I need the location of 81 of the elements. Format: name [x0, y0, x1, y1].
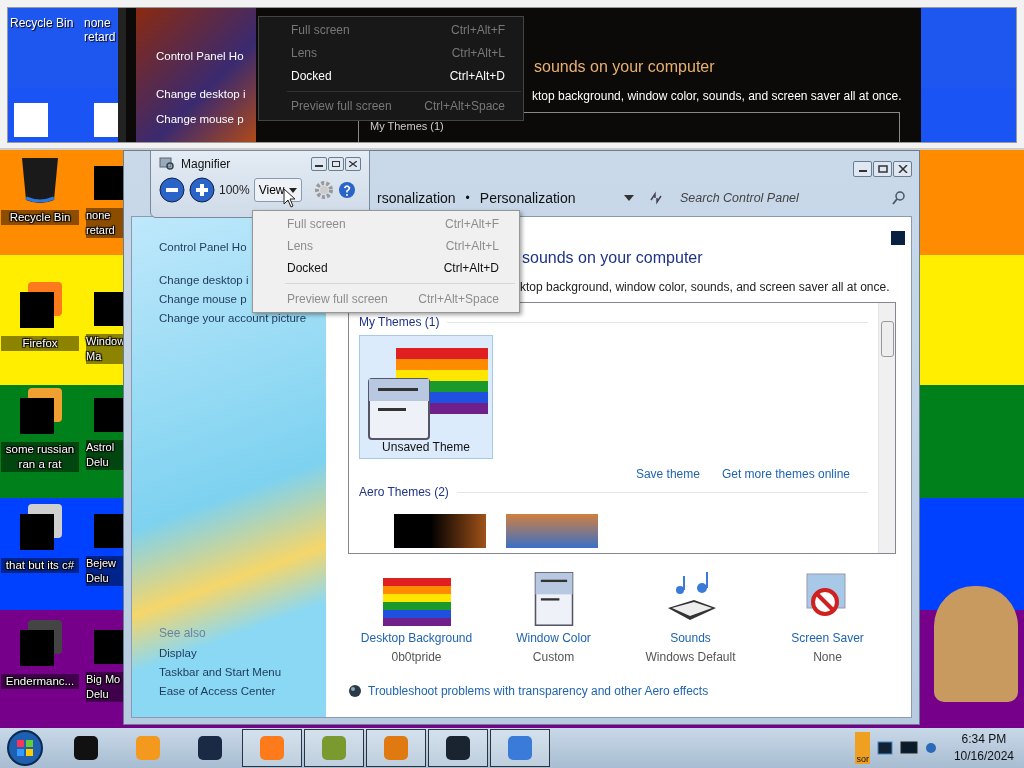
maximize-button[interactable]: [328, 157, 344, 171]
setting-link[interactable]: Window Color: [516, 631, 591, 645]
close-button[interactable]: [893, 161, 912, 177]
caret-icon: [288, 187, 297, 193]
menu-item[interactable]: Docked Ctrl+Alt+D: [255, 257, 517, 279]
desktop-icon-label: retard: [84, 30, 116, 44]
page-description: ktop background, window color, sounds, and screen saver all at once.: [532, 89, 902, 103]
desktop-icon-label: none: [84, 16, 111, 30]
desktop-icon-label: Recycle Bin: [10, 16, 74, 30]
search-field[interactable]: Search Control Panel: [678, 190, 892, 206]
theme-link[interactable]: Save theme: [635, 467, 700, 481]
theme-link[interactable]: Get more themes online: [721, 467, 850, 481]
network-icon[interactable]: [923, 741, 938, 755]
scrollbar[interactable]: [878, 303, 895, 553]
device-icon[interactable]: [875, 739, 894, 757]
navigation-link[interactable]: Change your account picture: [159, 312, 326, 324]
close-icon: [349, 161, 357, 167]
desktop-icon[interactable]: [94, 166, 126, 200]
desktop-icon-label: Firefox: [1, 336, 79, 351]
theme-tile[interactable]: Unsaved Theme: [359, 335, 493, 459]
views-button[interactable]: View: [253, 178, 302, 202]
minimize-button[interactable]: [853, 161, 872, 177]
desktop-icon[interactable]: [94, 630, 126, 664]
group-label: Aero Themes (2): [359, 485, 449, 499]
desktop-icon[interactable]: [94, 292, 126, 326]
dropdown-icon[interactable]: [624, 195, 634, 201]
taskbar-button[interactable]: [366, 729, 426, 767]
page-heading: sounds on your computer: [534, 58, 715, 76]
page-description: ktop background, window color, sounds, and screen saver all at once.: [520, 280, 891, 294]
desktop-icon-label: Endermanc...: [1, 674, 79, 689]
address-bar[interactable]: rsonalization • Personalization: [377, 186, 640, 210]
navigation-link[interactable]: Taskbar and Start Menu: [159, 666, 326, 678]
setting-link[interactable]: Desktop Background: [360, 631, 473, 645]
sidebar-link[interactable]: Control Panel Ho: [156, 50, 244, 62]
taskbar-button[interactable]: [304, 729, 364, 767]
setting-value: Windows Default: [645, 650, 736, 664]
maximize-icon: [332, 161, 340, 167]
clock[interactable]: 6:34 PM 10/16/2024: [953, 731, 1014, 765]
globe-icon: [348, 684, 362, 698]
magnifier-app-icon: [159, 157, 175, 171]
maximize-icon: [877, 165, 888, 173]
group-label: My Themes (1): [370, 120, 444, 132]
close-button[interactable]: [345, 157, 361, 171]
navigation-link[interactable]: Display: [159, 647, 326, 659]
setting-value: Custom: [532, 650, 575, 664]
mouse-cursor: [283, 188, 297, 208]
zoom-in-button[interactable]: [189, 177, 215, 203]
refresh-icon[interactable]: [648, 190, 664, 206]
close-icon: [897, 165, 908, 173]
desktop-icon-label: some russian ran a rat: [1, 442, 79, 472]
taskbar-button[interactable]: [242, 729, 302, 767]
taskbar-button[interactable]: [490, 729, 550, 767]
zoom-level: 100%: [219, 183, 250, 197]
minimize-button[interactable]: [311, 157, 327, 171]
page-heading: sounds on your computer: [522, 249, 704, 267]
troubleshoot-link[interactable]: Troubleshoot problems with transparency and other Aero effects: [368, 684, 709, 698]
window-title: Magnifier: [181, 157, 231, 171]
maximize-button[interactable]: [873, 161, 892, 177]
wallpaper-thumbnail[interactable]: [382, 578, 451, 626]
sidebar-link[interactable]: Change desktop i: [156, 88, 246, 100]
desktop-icon: [14, 103, 48, 137]
navigation-link[interactable]: Ease of Access Center: [159, 685, 326, 697]
desktop-icon-label: that but its c#: [1, 558, 79, 573]
menu-item[interactable]: Docked Ctrl+Alt+D: [259, 65, 523, 88]
monitor-icon[interactable]: [899, 739, 918, 757]
group-label: My Themes (1): [359, 315, 440, 329]
start-button[interactable]: [6, 729, 44, 767]
setting-value: 0b0tpride: [391, 650, 442, 664]
zoom-out-button[interactable]: [159, 177, 185, 203]
setting-value: None: [813, 650, 842, 664]
sidebar-link[interactable]: Change mouse p: [156, 113, 244, 125]
desktop-icon[interactable]: [94, 398, 126, 432]
taskbar-button[interactable]: [428, 729, 488, 767]
setting-link[interactable]: Sounds: [670, 631, 711, 645]
desktop-icon[interactable]: [94, 514, 126, 548]
desktop-icon-label: Recycle Bin: [1, 210, 79, 225]
window-icon: [368, 378, 430, 440]
setting-link[interactable]: Screen Saver: [791, 631, 864, 645]
tray-icon[interactable]: sor: [855, 732, 870, 764]
section-title: See also: [159, 626, 207, 640]
search-icon[interactable]: [892, 191, 906, 205]
